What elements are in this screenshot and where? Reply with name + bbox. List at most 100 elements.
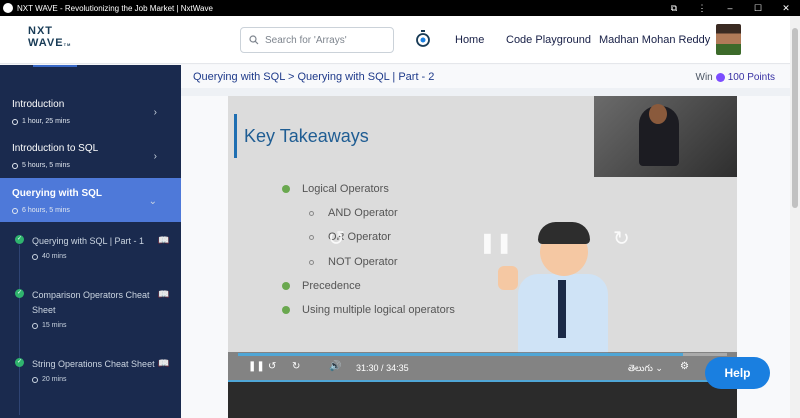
breadcrumb[interactable]: Querying with SQL > Querying with SQL | … bbox=[193, 71, 434, 83]
time-display: 31:30 / 34:35 bbox=[356, 363, 409, 373]
slide-bullet-text: NOT Operator bbox=[328, 256, 398, 268]
current-time: 31:30 bbox=[356, 363, 379, 373]
slide-bullet: Using multiple logical operators bbox=[282, 304, 455, 316]
progress-bar[interactable] bbox=[238, 353, 727, 356]
topic-name: String Operations Cheat Sheet bbox=[32, 359, 155, 369]
clock-icon bbox=[12, 162, 18, 169]
maximize-icon[interactable]: ☐ bbox=[744, 3, 772, 14]
slide-bullet-text: Precedence bbox=[302, 280, 361, 292]
topic-name: Querying with SQL | Part - 1 bbox=[32, 236, 145, 246]
window-titlebar: NXT WAVE - Revolutionizing the Job Marke… bbox=[0, 0, 800, 16]
nav-home-link[interactable]: Home bbox=[455, 34, 484, 46]
clock-icon bbox=[32, 253, 38, 260]
topic-item[interactable]: ✓ Comparison Operators Cheat Sheet 15 mi… bbox=[0, 288, 181, 329]
slide-accent-bar bbox=[234, 114, 237, 158]
book-icon: 📖 bbox=[158, 289, 170, 299]
close-window-icon[interactable]: ✕ bbox=[772, 3, 800, 14]
clock-icon bbox=[32, 322, 38, 329]
slide-sub-bullet: NOT Operator bbox=[309, 256, 398, 268]
module-name: Introduction bbox=[12, 99, 65, 110]
module-duration: 5 hours, 5 mins bbox=[22, 162, 70, 169]
pause-icon[interactable]: ❚❚ bbox=[248, 361, 265, 372]
module-name: Querying with SQL bbox=[12, 188, 103, 199]
green-bullet-icon bbox=[282, 306, 290, 314]
minimize-icon[interactable]: – bbox=[716, 3, 744, 13]
language-select[interactable]: తెలుగు ⌄ bbox=[628, 363, 663, 376]
time-separator: / bbox=[381, 363, 384, 373]
extensions-icon[interactable]: ⧉ bbox=[660, 3, 688, 14]
green-bullet-icon bbox=[282, 185, 290, 193]
module-duration: 6 hours, 5 mins bbox=[22, 207, 70, 214]
module-name: Introduction to SQL bbox=[12, 143, 99, 154]
book-icon: 📖 bbox=[158, 235, 170, 245]
logo-bottom: WAVE bbox=[28, 37, 64, 49]
cartoon-hair bbox=[538, 222, 590, 244]
cartoon-thumb bbox=[498, 266, 518, 290]
completed-check-icon: ✓ bbox=[15, 358, 24, 367]
slide-bullet-text: Logical Operators bbox=[302, 183, 389, 195]
progress-fill bbox=[238, 353, 683, 356]
clock-icon bbox=[12, 118, 18, 125]
slide-bullet-text: Using multiple logical operators bbox=[302, 304, 455, 316]
ring-bullet-icon bbox=[309, 234, 314, 240]
overlay-forward-icon[interactable]: ↻ bbox=[613, 226, 630, 251]
total-time: 34:35 bbox=[386, 363, 409, 373]
completed-check-icon: ✓ bbox=[15, 235, 24, 244]
nav-code-playground-link[interactable]: Code Playground bbox=[506, 34, 591, 46]
win-points: Win 100 Points bbox=[696, 72, 776, 83]
clock-icon bbox=[12, 207, 18, 214]
chevron-right-icon: › bbox=[153, 107, 157, 118]
user-name[interactable]: Madhan Mohan Reddy bbox=[599, 34, 710, 46]
scrollbar-thumb[interactable] bbox=[792, 28, 798, 208]
player-footer bbox=[228, 382, 737, 418]
slide-bullet: Precedence bbox=[282, 280, 361, 292]
search-icon bbox=[249, 35, 259, 45]
instructor-face bbox=[649, 104, 667, 124]
chevron-right-icon: › bbox=[153, 151, 157, 162]
app-favicon-icon bbox=[3, 3, 13, 13]
logo-tm: TM bbox=[63, 42, 72, 47]
search-input[interactable] bbox=[265, 34, 385, 46]
settings-gear-icon[interactable]: ⚙ bbox=[680, 361, 689, 372]
page-scrollbar[interactable] bbox=[790, 16, 800, 418]
topic-name: Comparison Operators Cheat Sheet bbox=[32, 290, 150, 315]
overlay-rewind-icon[interactable]: ↺ bbox=[328, 226, 345, 251]
language-value: తెలుగు bbox=[628, 363, 653, 373]
sidebar-module-introduction[interactable]: Introduction 1 hour, 25 mins › bbox=[0, 89, 181, 133]
topic-item[interactable]: ✓ String Operations Cheat Sheet 20 mins … bbox=[0, 357, 181, 383]
nxtwave-logo[interactable]: NXT WAVETM bbox=[28, 25, 71, 51]
more-menu-icon[interactable]: ⋮ bbox=[688, 3, 716, 14]
forward-10-icon[interactable]: ↻ bbox=[292, 361, 300, 372]
ring-bullet-icon bbox=[309, 210, 314, 216]
overlay-pause-icon[interactable]: ❚❚ bbox=[479, 230, 513, 255]
chevron-down-icon: ⌄ bbox=[655, 363, 663, 373]
coin-icon bbox=[715, 73, 725, 82]
video-player[interactable]: Key Takeaways Logical Operators AND Oper… bbox=[228, 96, 737, 418]
rewind-10-icon[interactable]: ↺ bbox=[268, 361, 276, 372]
app-header: NXT WAVETM Home Code Playground Madhan M… bbox=[0, 16, 790, 64]
content-divider bbox=[181, 88, 790, 96]
points-value: 100 Points bbox=[727, 72, 775, 83]
window-title: NXT WAVE - Revolutionizing the Job Marke… bbox=[17, 3, 213, 13]
topic-item[interactable]: ✓ Querying with SQL | Part - 1 40 mins 📖 bbox=[0, 234, 181, 260]
player-controls: ❚❚ ↺ ↻ 🔊 31:30 / 34:35 తెలుగు ⌄ ⚙ bbox=[228, 352, 737, 380]
sidebar-module-querying-with-sql[interactable]: Querying with SQL 6 hours, 5 mins ⌄ bbox=[0, 178, 181, 222]
help-button[interactable]: Help bbox=[705, 357, 770, 389]
chevron-down-icon: ⌄ bbox=[148, 196, 157, 207]
book-icon: 📖 bbox=[158, 358, 170, 368]
topic-duration: 40 mins bbox=[42, 253, 67, 260]
slide-sub-bullet: OR Operator bbox=[309, 231, 391, 243]
video-frame: Key Takeaways Logical Operators AND Oper… bbox=[228, 96, 737, 354]
volume-icon[interactable]: 🔊 bbox=[329, 361, 341, 372]
logo-top: NXT bbox=[28, 25, 53, 37]
topic-duration: 20 mins bbox=[42, 376, 67, 383]
course-sidebar: Introduction 1 hour, 25 mins › Introduct… bbox=[0, 65, 181, 418]
instructor-webcam bbox=[594, 96, 737, 177]
avatar[interactable] bbox=[716, 24, 741, 55]
ring-bullet-icon bbox=[309, 259, 314, 265]
timer-icon[interactable] bbox=[415, 30, 431, 48]
module-duration: 1 hour, 25 mins bbox=[22, 118, 70, 125]
sidebar-module-introduction-to-sql[interactable]: Introduction to SQL 5 hours, 5 mins › bbox=[0, 133, 181, 177]
cartoon-tie bbox=[558, 280, 566, 338]
search-box[interactable] bbox=[240, 27, 394, 53]
